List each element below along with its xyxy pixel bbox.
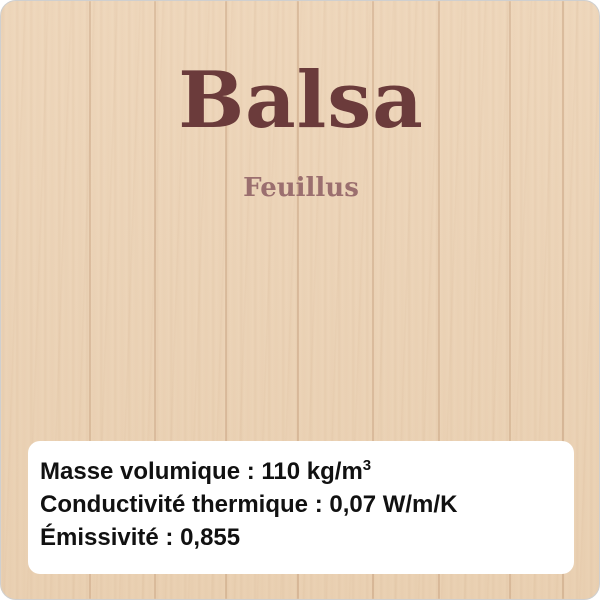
conductivity-label: Conductivité thermique [40, 491, 309, 518]
conductivity-row: Conductivité thermique : 0,07 W/m/K [40, 488, 574, 521]
density-exponent: 3 [362, 457, 372, 474]
conductivity-separator: : [308, 491, 330, 518]
wood-name-title: Balsa [178, 55, 424, 146]
wood-category-subtitle: Feuillus [243, 173, 359, 203]
conductivity-value: 0,07 W/m/K [329, 491, 458, 518]
wood-sample-card: Balsa Feuillus Masse volumique : 110 kg/… [0, 0, 600, 600]
emissivity-row: Émissivité : 0,855 [40, 521, 574, 554]
emissivity-label: Émissivité [40, 524, 159, 551]
emissivity-value: 0,855 [180, 524, 241, 551]
density-row: Masse volumique : 110 kg/m3 [40, 455, 574, 488]
density-value: 110 kg/m [261, 458, 363, 485]
properties-panel: Masse volumique : 110 kg/m3 Conductivité… [28, 441, 574, 574]
density-separator: : [240, 458, 262, 485]
density-label: Masse volumique [40, 458, 241, 485]
emissivity-separator: : [158, 524, 181, 551]
